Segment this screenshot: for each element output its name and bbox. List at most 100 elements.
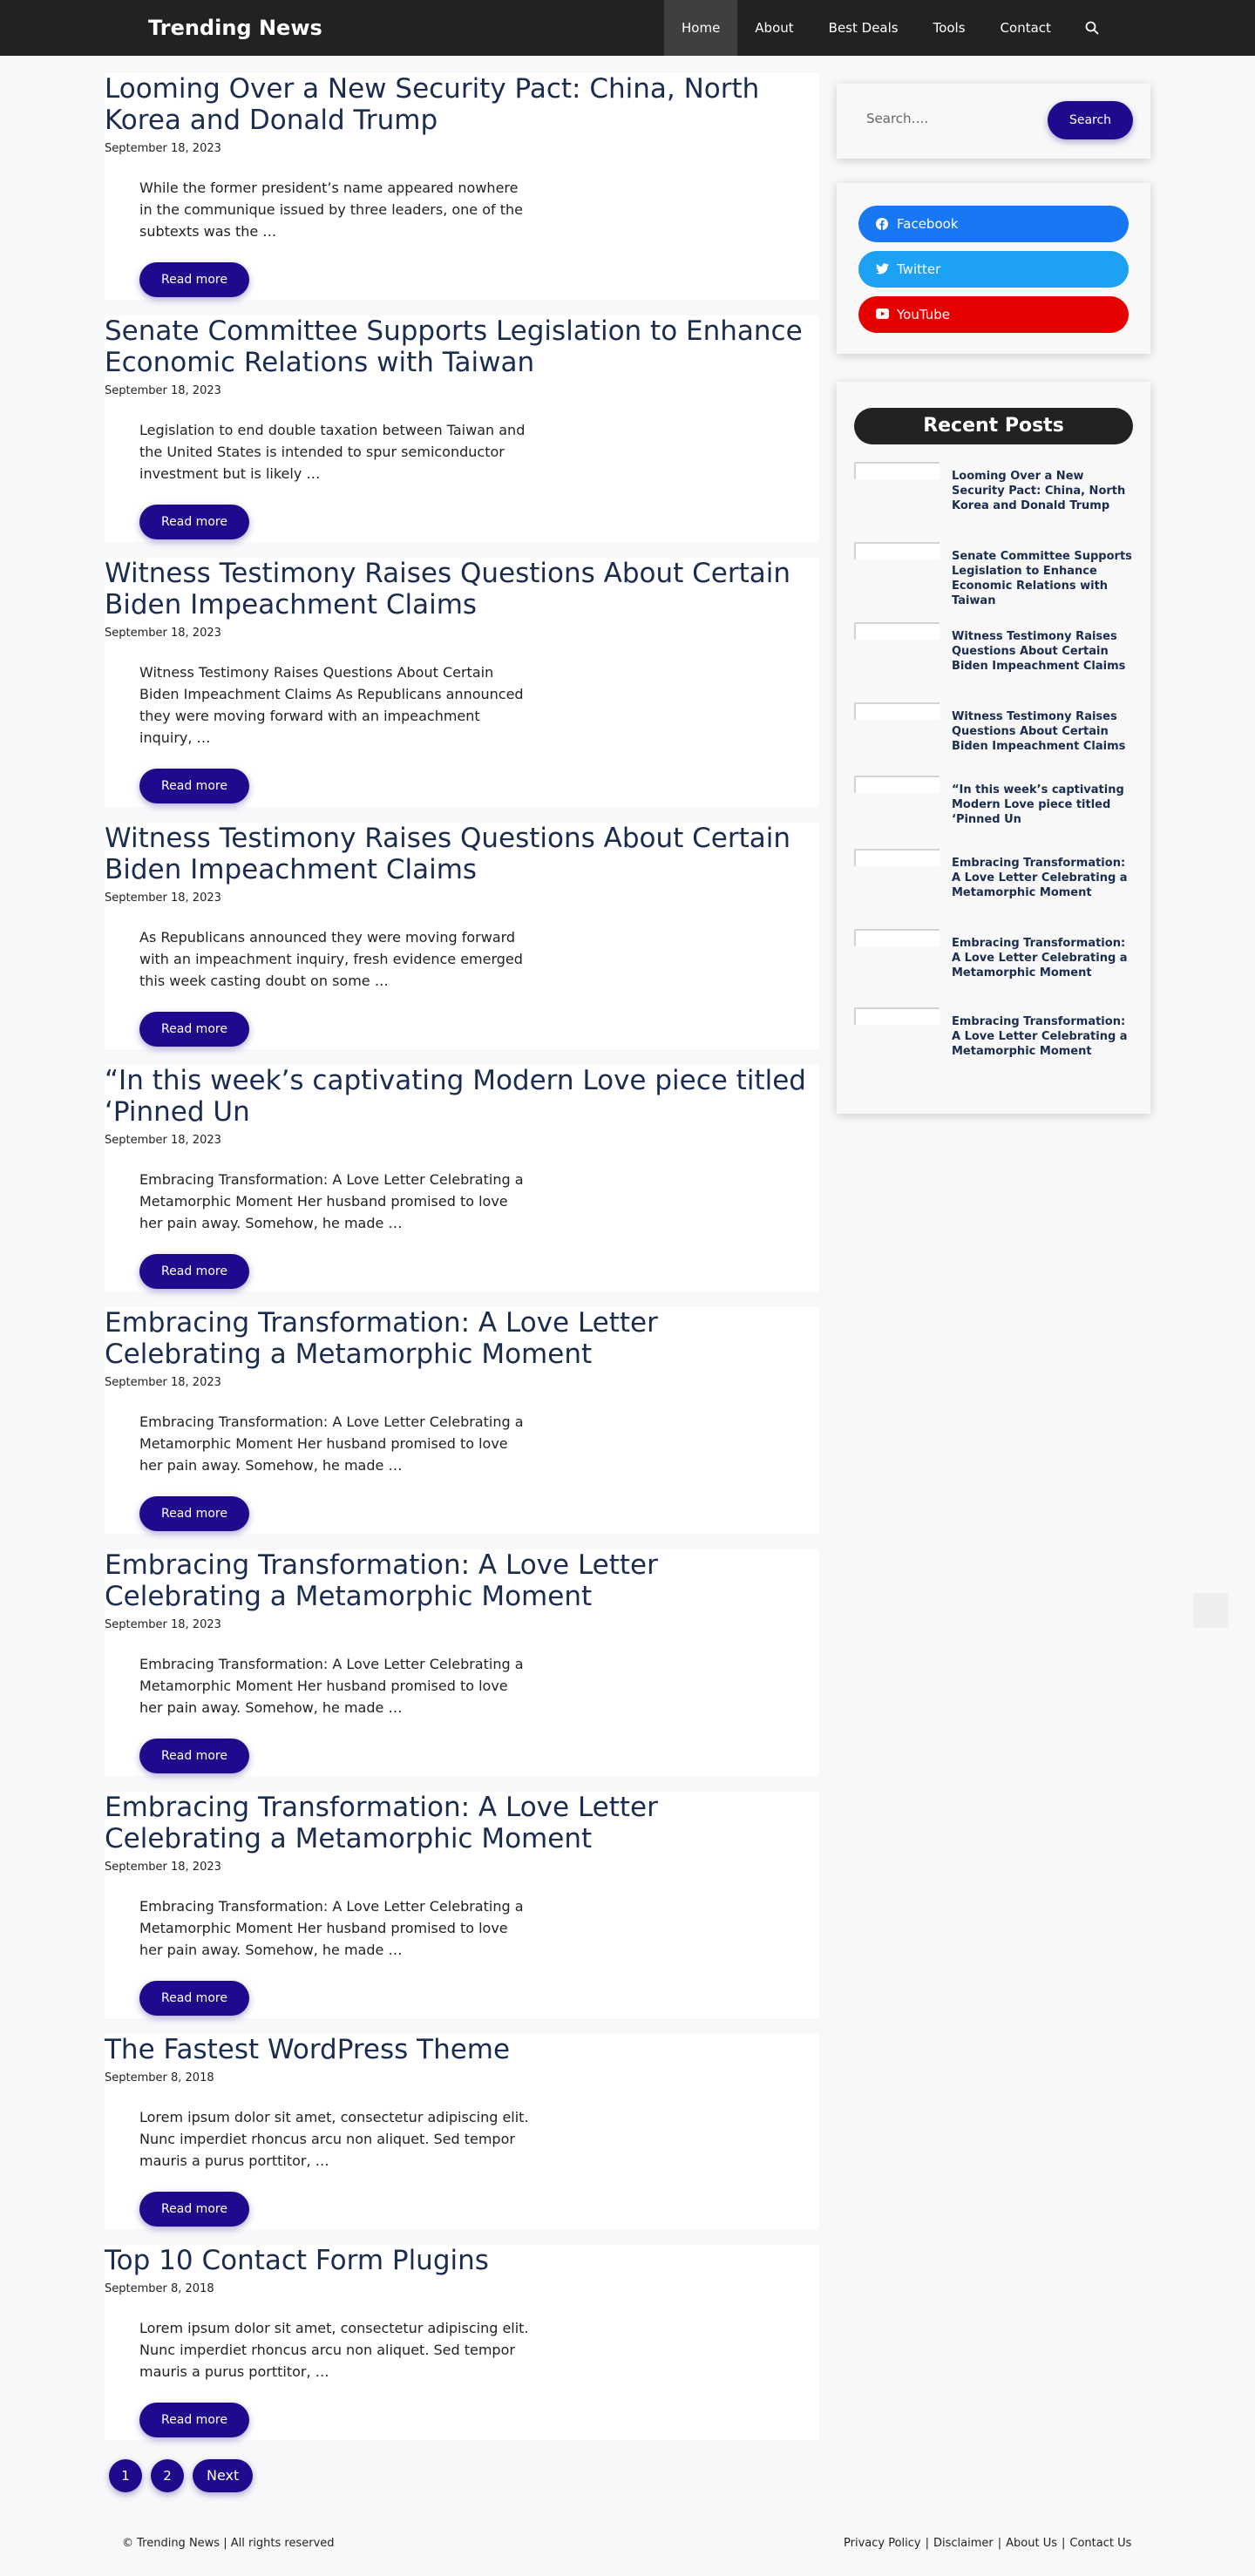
read-more-button[interactable]: Read more [139,1981,249,2016]
nav-best-deals[interactable]: Best Deals [811,0,916,56]
post-excerpt: Lorem ipsum dolor sit amet, consectetur … [139,2320,529,2380]
footer-links: Privacy Policy | Disclaimer | About Us |… [844,2537,1131,2550]
post-excerpt: Embracing Transformation: A Love Letter … [139,1898,524,1958]
social-widget: Facebook Twitter YouTube [837,183,1150,354]
recent-post-title[interactable]: Embracing Transformation: A Love Letter … [952,856,1135,900]
recent-post-title[interactable]: Embracing Transformation: A Love Letter … [952,936,1135,980]
search-widget: Search [837,84,1150,159]
post-title[interactable]: Embracing Transformation: A Love Letter … [105,1792,819,1854]
recent-posts-heading: Recent Posts [854,408,1133,444]
recent-posts-widget: Recent Posts Looming Over a New Security… [837,382,1150,1114]
recent-post-thumbnail[interactable] [854,849,940,866]
next-page-button[interactable]: Next [193,2459,254,2492]
nav-search-button[interactable] [1068,0,1116,56]
facebook-label: Facebook [897,216,959,232]
about-us-link[interactable]: About Us [1006,2537,1057,2550]
post-date: September 8, 2018 [105,2282,214,2295]
post-date: September 18, 2023 [105,1618,221,1631]
post-title[interactable]: Embracing Transformation: A Love Letter … [105,1549,819,1612]
read-more-button[interactable]: Read more [139,1012,249,1047]
read-more-button[interactable]: Read more [139,2403,249,2437]
main-nav: Home About Best Deals Tools Contact [664,0,1116,56]
read-more-button[interactable]: Read more [139,769,249,803]
twitter-button[interactable]: Twitter [858,251,1129,288]
post-excerpt: Lorem ipsum dolor sit amet, consectetur … [139,2109,529,2169]
twitter-icon [876,263,889,275]
privacy-policy-link[interactable]: Privacy Policy [844,2537,921,2550]
facebook-icon [876,218,888,230]
recent-post-thumbnail[interactable] [854,1007,940,1025]
post-excerpt: Embracing Transformation: A Love Letter … [139,1413,524,1474]
post-title[interactable]: “In this week’s captivating Modern Love … [105,1065,819,1128]
contact-us-link[interactable]: Contact Us [1069,2537,1131,2550]
footer-copyright: © Trending News | All rights reserved [122,2537,335,2550]
post-excerpt: Embracing Transformation: A Love Letter … [139,1171,524,1231]
footer-separator: | [1062,2537,1066,2550]
post-card: The Fastest WordPress Theme September 8,… [105,2034,819,2229]
pagination: 1 2 Next [109,2459,254,2492]
site-title[interactable]: Trending News [148,0,322,56]
post-date: September 18, 2023 [105,891,221,905]
recent-post-thumbnail[interactable] [854,702,940,720]
post-date: September 18, 2023 [105,627,221,640]
post-card: Embracing Transformation: A Love Letter … [105,1307,819,1534]
facebook-button[interactable]: Facebook [858,206,1129,242]
page-1-button[interactable]: 1 [109,2459,142,2492]
read-more-button[interactable]: Read more [139,1254,249,1289]
recent-post-thumbnail[interactable] [854,929,940,946]
post-date: September 18, 2023 [105,1861,221,1874]
post-card: “In this week’s captivating Modern Love … [105,1065,819,1291]
post-date: September 18, 2023 [105,142,221,155]
post-excerpt: Embracing Transformation: A Love Letter … [139,1656,524,1716]
read-more-button[interactable]: Read more [139,1496,249,1531]
youtube-button[interactable]: YouTube [858,296,1129,333]
post-title[interactable]: Witness Testimony Raises Questions About… [105,558,819,620]
post-date: September 18, 2023 [105,384,221,397]
recent-post-title[interactable]: Witness Testimony Raises Questions About… [952,629,1135,674]
site-header: Trending News Home About Best Deals Tool… [0,0,1255,56]
recent-post-thumbnail[interactable] [854,776,940,793]
post-title[interactable]: Witness Testimony Raises Questions About… [105,823,819,885]
post-title[interactable]: Top 10 Contact Form Plugins [105,2245,819,2276]
scroll-to-top-button[interactable] [1193,1593,1228,1628]
post-card: Top 10 Contact Form Plugins September 8,… [105,2245,819,2440]
post-card: Looming Over a New Security Pact: China,… [105,73,819,300]
search-input[interactable] [866,110,1006,127]
recent-post-title[interactable]: Looming Over a New Security Pact: China,… [952,469,1135,513]
recent-post-title[interactable]: Witness Testimony Raises Questions About… [952,709,1135,754]
nav-tools[interactable]: Tools [916,0,983,56]
post-card: Embracing Transformation: A Love Letter … [105,1792,819,2018]
disclaimer-link[interactable]: Disclaimer [933,2537,994,2550]
post-date: September 18, 2023 [105,1376,221,1389]
recent-post-title[interactable]: “In this week’s captivating Modern Love … [952,783,1135,827]
page-2-button[interactable]: 2 [151,2459,184,2492]
recent-post-thumbnail[interactable] [854,622,940,640]
post-card: Witness Testimony Raises Questions About… [105,558,819,807]
post-card: Embracing Transformation: A Love Letter … [105,1549,819,1776]
recent-post-title[interactable]: Senate Committee Supports Legislation to… [952,549,1135,608]
post-title[interactable]: Senate Committee Supports Legislation to… [105,315,819,378]
youtube-icon [876,308,889,319]
post-excerpt: While the former president’s name appear… [139,180,523,240]
youtube-label: YouTube [897,307,950,322]
search-button[interactable]: Search [1048,101,1133,139]
nav-home[interactable]: Home [664,0,738,56]
recent-post-title[interactable]: Embracing Transformation: A Love Letter … [952,1014,1135,1059]
nav-contact[interactable]: Contact [983,0,1068,56]
read-more-button[interactable]: Read more [139,2192,249,2227]
read-more-button[interactable]: Read more [139,1739,249,1773]
post-date: September 8, 2018 [105,2071,214,2085]
post-card: Senate Committee Supports Legislation to… [105,315,819,542]
post-excerpt: Legislation to end double taxation betwe… [139,422,526,482]
post-title[interactable]: The Fastest WordPress Theme [105,2034,819,2065]
recent-post-thumbnail[interactable] [854,462,940,479]
footer-separator: | [997,2537,1002,2550]
post-title[interactable]: Embracing Transformation: A Love Letter … [105,1307,819,1370]
read-more-button[interactable]: Read more [139,505,249,539]
nav-about[interactable]: About [737,0,811,56]
twitter-label: Twitter [897,261,941,277]
read-more-button[interactable]: Read more [139,262,249,297]
post-title[interactable]: Looming Over a New Security Pact: China,… [105,73,819,136]
recent-post-thumbnail[interactable] [854,542,940,559]
post-date: September 18, 2023 [105,1134,221,1147]
